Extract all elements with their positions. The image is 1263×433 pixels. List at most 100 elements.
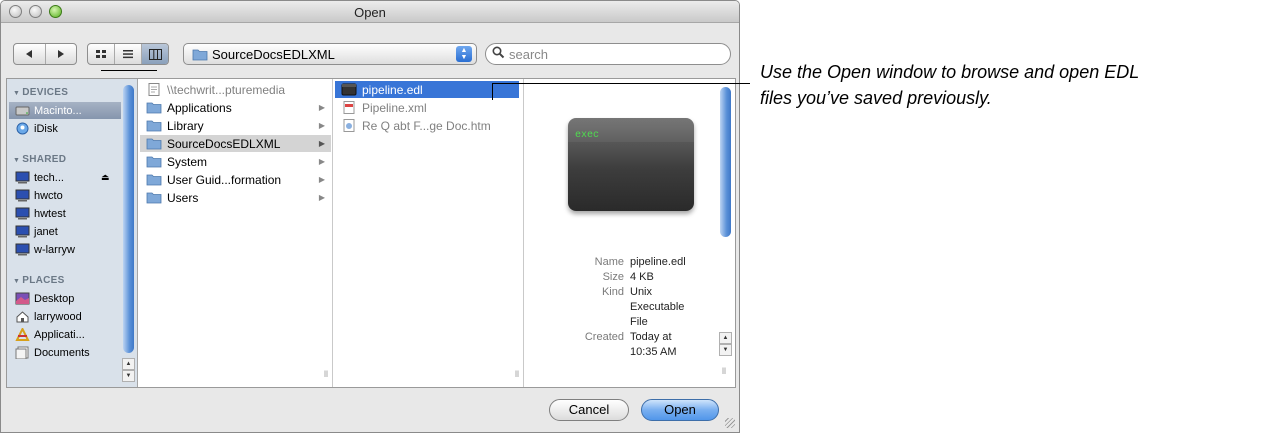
browser-column-2: pipeline.edl Pipeline.xml Re Q abt F...g… [333,79,524,387]
browser-column-1: \\techwrit...pturemedia Applications ▶ Li… [138,79,333,387]
info-value-kind: File [630,316,648,328]
executable-icon [341,83,357,96]
sidebar-item-larrywood[interactable]: larrywood [9,308,121,325]
window-title: Open [354,5,386,20]
folder-icon [146,156,162,168]
column-view-icon [148,48,162,60]
list-item-selected[interactable]: SourceDocsEDLXML ▶ [140,135,331,152]
computer-icon [15,171,30,184]
preview-pane: exec Name pipeline.edl Size 4 KB Kind Un… [524,79,735,387]
search-input-placeholder[interactable]: search [509,47,548,62]
list-item[interactable]: Users ▶ [140,189,331,206]
view-control-underline [101,70,157,71]
html-file-icon [343,119,355,132]
computer-icon [15,243,30,256]
column-resize-handle[interactable]: ll [515,369,519,379]
folder-icon [192,49,208,61]
sidebar: ▼ DEVICES Macinto... iDisk ▼ SHARED tech..… [7,79,138,387]
chevron-right-icon: ▶ [318,103,325,112]
sidebar-item-w-larryw[interactable]: w-larryw [9,241,121,258]
browser-area: ▼ DEVICES Macinto... iDisk ▼ SHARED tech..… [6,78,736,388]
idisk-icon [16,122,29,135]
sidebar-item-tech[interactable]: tech... ⏏ [9,169,121,186]
preview-scrollbar[interactable]: ▲ ▼ ll [719,81,732,384]
chevron-right-icon: ▶ [318,121,325,130]
scroll-down-arrow-icon[interactable]: ▼ [719,344,732,356]
folder-icon [146,102,162,114]
column-resize-handle[interactable]: ll [722,366,726,376]
sidebar-item-desktop[interactable]: Desktop [9,290,121,307]
file-preview-thumbnail: exec [568,118,694,211]
scroll-down-arrow-icon[interactable]: ▼ [122,370,135,382]
info-value-size: 4 KB [630,271,654,283]
folder-icon [146,120,162,132]
info-value-created: 10:35 AM [630,346,677,358]
open-button[interactable]: Open [641,399,719,421]
sidebar-item-idisk[interactable]: iDisk [9,120,121,137]
sidebar-section-shared[interactable]: ▼ SHARED [13,154,66,165]
search-field[interactable]: search [485,43,731,65]
open-dialog-window: Open SourceDocsEDLXML ▲ ▼ search ▼ DEVIC… [0,0,740,433]
sidebar-item-hwcto[interactable]: hwcto [9,187,121,204]
info-value-created: Today at [630,331,672,343]
list-item[interactable]: Applications ▶ [140,99,331,116]
eject-icon[interactable]: ⏏ [101,172,110,183]
desktop-icon [15,292,30,305]
resize-grip-icon[interactable] [725,418,735,428]
list-view-icon [123,50,133,59]
applications-icon [15,328,30,341]
list-item[interactable]: User Guid...formation ▶ [140,171,331,188]
xml-file-icon [343,101,355,114]
sidebar-item-documents[interactable]: Documents [9,344,121,361]
scroll-up-arrow-icon[interactable]: ▲ [122,358,135,370]
info-label-kind: Kind [601,286,624,298]
location-popup[interactable]: SourceDocsEDLXML ▲ ▼ [183,43,477,65]
document-icon [148,83,160,96]
chevron-right-icon: ▶ [318,175,325,184]
back-forward-control [13,43,77,65]
preview-scroll-thumb[interactable] [720,87,731,237]
info-value-kind: Unix [630,286,653,298]
forward-button[interactable] [46,44,77,64]
folder-icon [146,138,162,150]
list-item[interactable]: Pipeline.xml [335,99,519,116]
info-value-name: pipeline.edl [630,256,686,268]
list-item[interactable]: Library ▶ [140,117,331,134]
list-item[interactable]: \\techwrit...pturemedia [140,81,331,98]
sidebar-section-places[interactable]: ▼ PLACES [13,275,65,286]
column-resize-handle[interactable]: ll [324,369,328,379]
documents-icon [15,346,29,359]
list-view-button[interactable] [115,44,142,64]
home-icon [16,311,29,323]
title-bar: Open [1,1,739,23]
sidebar-item-macintosh-hd[interactable]: Macinto... [9,102,121,119]
info-label-name: Name [594,256,624,268]
list-item[interactable]: Re Q abt F...ge Doc.htm [335,117,519,134]
sidebar-section-devices[interactable]: ▼ DEVICES [13,87,68,98]
info-value-kind: Executable [630,301,685,313]
back-arrow-icon [26,50,33,58]
list-item[interactable]: System ▶ [140,153,331,170]
view-mode-control [87,43,169,65]
chevron-right-icon: ▶ [318,139,325,148]
computer-icon [15,207,30,220]
sidebar-scrollbar[interactable]: ▲ ▼ [122,81,135,384]
computer-icon [15,225,30,238]
back-button[interactable] [14,44,46,64]
icon-view-icon [96,50,106,58]
sidebar-item-janet[interactable]: janet [9,223,121,240]
info-label-created: Created [584,331,624,343]
popup-arrows-icon: ▲ ▼ [456,46,472,62]
scroll-up-arrow-icon[interactable]: ▲ [719,332,732,344]
sidebar-scroll-thumb[interactable] [123,85,134,353]
forward-arrow-icon [57,50,64,58]
chevron-right-icon: ▶ [318,193,325,202]
icon-view-button[interactable] [88,44,115,64]
callout-line [492,83,750,84]
computer-icon [15,189,30,202]
toolbar: SourceDocsEDLXML ▲ ▼ search [1,23,739,73]
sidebar-item-applications[interactable]: Applicati... [9,326,121,343]
column-view-button[interactable] [142,44,168,64]
sidebar-item-hwtest[interactable]: hwtest [9,205,121,222]
cancel-button[interactable]: Cancel [549,399,629,421]
